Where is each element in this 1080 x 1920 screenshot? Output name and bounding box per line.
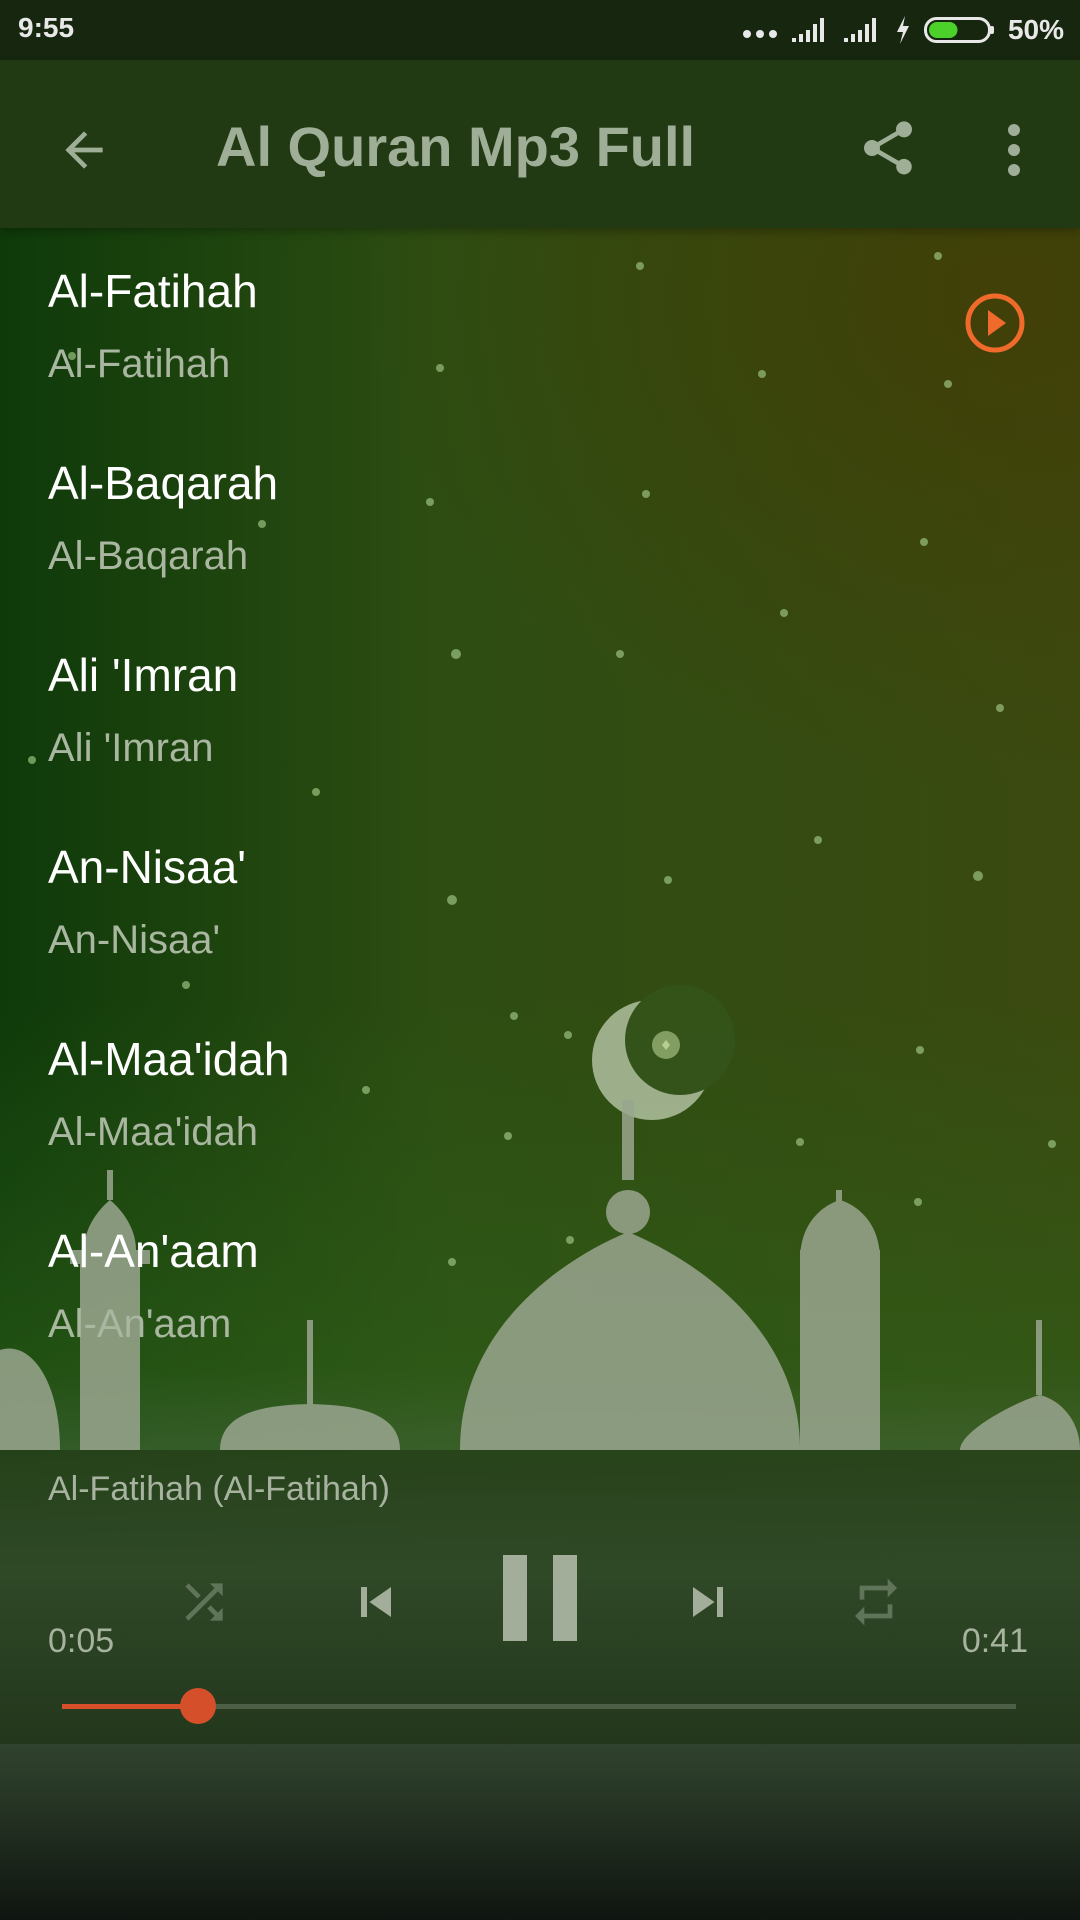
more-notifications-icon (742, 30, 777, 38)
next-button[interactable] (662, 1556, 754, 1648)
surah-title: An-Nisaa' (48, 841, 246, 893)
battery-icon (923, 17, 994, 43)
status-icons: 50% (742, 10, 1064, 50)
surah-subtitle: Al-Baqarah (48, 534, 249, 578)
list-item[interactable]: An-Nisaa' An-Nisaa' (0, 804, 1080, 996)
now-playing-label: Al-Fatihah (Al-Fatihah) (48, 1470, 391, 1508)
back-button[interactable] (44, 110, 124, 190)
app-title: Al Quran Mp3 Full (216, 115, 696, 178)
surah-title: Al-An'aam (48, 1225, 259, 1277)
pause-icon (503, 1555, 577, 1641)
share-button[interactable] (848, 108, 928, 188)
total-time: 0:41 (961, 1622, 1028, 1660)
battery-percent: 50% (1007, 14, 1064, 45)
repeat-icon (855, 1578, 897, 1626)
surah-subtitle: Al-An'aam (48, 1302, 232, 1346)
surah-subtitle: An-Nisaa' (48, 918, 221, 962)
surah-title: Al-Baqarah (48, 457, 279, 509)
list-item[interactable]: Al-Maa'idah Al-Maa'idah (0, 996, 1080, 1188)
skip-previous-icon (361, 1587, 391, 1617)
repeat-button[interactable] (836, 1562, 916, 1642)
list-item[interactable]: Al-Baqarah Al-Baqarah (0, 420, 1080, 612)
surah-subtitle: Al-Fatihah (48, 342, 231, 386)
seek-bar[interactable] (62, 1688, 1016, 1724)
surah-title: Al-Fatihah (48, 265, 258, 317)
signal-icon (791, 18, 824, 42)
surah-title: Al-Maa'idah (48, 1033, 290, 1085)
seek-bar-progress (62, 1704, 199, 1709)
surah-subtitle: Al-Maa'idah (48, 1110, 258, 1154)
player-panel: Al-Fatihah (Al-Fatihah) 0:05 0:41 (0, 1450, 1080, 1744)
surah-subtitle: Ali 'Imran (48, 726, 214, 770)
status-time: 9:55 (18, 12, 75, 43)
share-icon (864, 121, 912, 175)
elapsed-time: 0:05 (48, 1622, 115, 1660)
overflow-menu-button[interactable] (974, 110, 1054, 190)
status-bar: 9:55 50% (0, 0, 1080, 60)
now-playing-icon[interactable] (964, 292, 1026, 354)
arrow-left-icon (65, 131, 103, 169)
shuffle-icon (185, 1583, 223, 1621)
seek-bar-thumb[interactable] (180, 1688, 217, 1724)
list-item[interactable]: Ali 'Imran Ali 'Imran (0, 612, 1080, 804)
list-item[interactable]: Al-Fatihah Al-Fatihah (0, 228, 1080, 420)
list-item[interactable]: Al-An'aam Al-An'aam (0, 1188, 1080, 1380)
previous-button[interactable] (330, 1556, 422, 1648)
pause-button[interactable] (490, 1548, 590, 1648)
shuffle-button[interactable] (164, 1562, 244, 1642)
skip-next-icon (693, 1587, 723, 1617)
surah-title: Ali 'Imran (48, 649, 239, 701)
charging-icon (896, 16, 909, 44)
surah-list: Al-Fatihah Al-Fatihah Al-Baqarah Al-Baqa… (0, 228, 1080, 1380)
more-vert-icon (1008, 124, 1020, 176)
signal-icon-2 (843, 18, 876, 42)
app-bar: Al Quran Mp3 Full (0, 60, 1080, 228)
